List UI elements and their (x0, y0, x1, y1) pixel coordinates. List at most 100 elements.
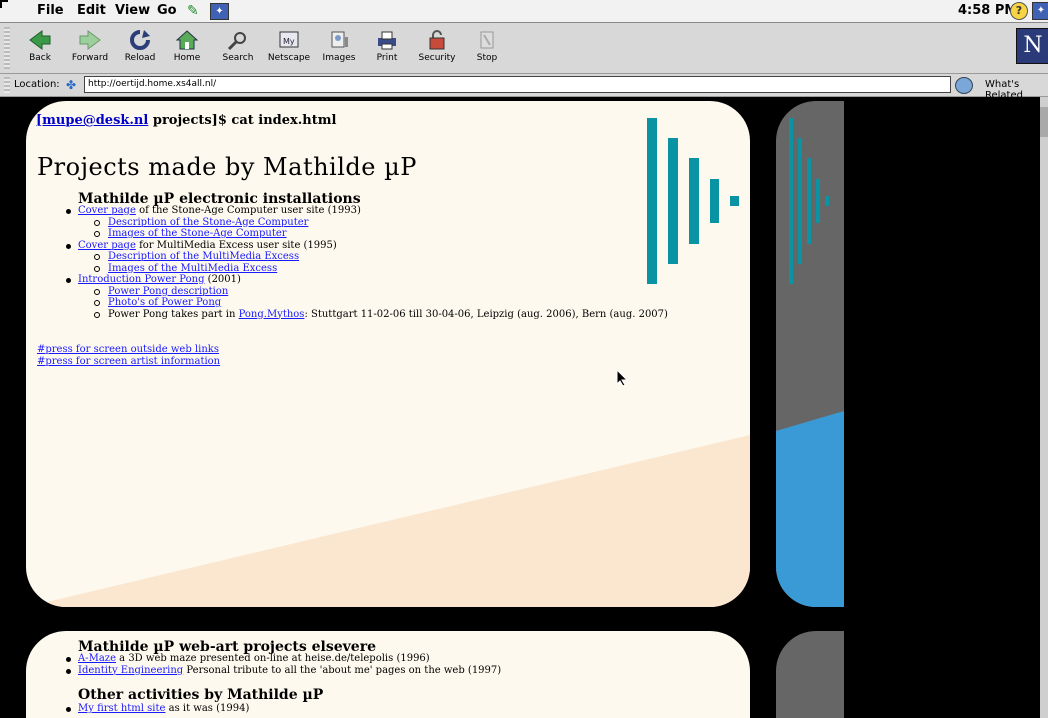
side-panel-decoration (776, 101, 844, 607)
print-icon (375, 29, 399, 51)
toolbar-collapse-grip[interactable] (4, 27, 10, 69)
location-bar-collapse-grip[interactable] (4, 77, 10, 93)
section-heading-other: Other activities by Mathilde µP (78, 687, 324, 703)
forward-arrow-icon (78, 29, 102, 51)
print-button-label: Print (376, 53, 398, 63)
forward-button-label: Forward (71, 53, 109, 63)
search-button-label: Search (222, 53, 254, 63)
location-bar: Location: ✤ http://oertijd.home.xs4all.n… (0, 74, 1048, 101)
list-text: Personal tribute to all the 'about me' p… (183, 664, 502, 676)
location-label: Location: (14, 79, 60, 90)
application-switcher-icon[interactable]: ✦ (1032, 2, 1048, 20)
page-title: Projects made by Mathilde µP (37, 153, 417, 181)
netscape-icon: My (277, 29, 301, 51)
menu-view[interactable]: View (115, 3, 150, 18)
list-item: Images of the Stone-Age Computer (66, 228, 668, 240)
navigation-toolbar: Back Forward Reload Home Search My Netsc… (0, 23, 1048, 74)
scrollbar-thumb[interactable] (1040, 107, 1048, 137)
page-proxy-icon[interactable]: ✤ (66, 78, 76, 92)
secondary-content-panel: Mathilde µP web-art projects elsevere A-… (26, 631, 750, 718)
press-outside-links[interactable]: #press for screen outside web links (37, 344, 220, 356)
list-item: Description of the MultiMedia Excess (66, 251, 668, 263)
main-content-panel: [mupe@desk.nl projects]$ cat index.html … (26, 101, 750, 607)
images-button-label: Images (322, 53, 356, 63)
whats-related-icon[interactable] (955, 77, 973, 94)
list-item: My first html site as it was (1994) (66, 703, 249, 715)
list-item: Introduction Power Pong (2001) (66, 274, 668, 286)
home-button-label: Home (173, 53, 201, 63)
side-panel-shapes (776, 118, 844, 607)
reload-icon (128, 29, 152, 51)
stop-icon (475, 29, 499, 51)
back-button-label: Back (29, 53, 51, 63)
page-content: [mupe@desk.nl projects]$ cat index.html … (0, 97, 1048, 718)
list-link[interactable]: Cover page (78, 240, 136, 251)
list-link[interactable]: Description of the MultiMedia Excess (108, 251, 299, 262)
screen-corner (0, 0, 8, 8)
press-artist-info[interactable]: #press for screen artist information (37, 356, 220, 368)
list-item: Images of the MultiMedia Excess (66, 263, 668, 275)
stop-button-label: Stop (476, 53, 498, 63)
list-item: Cover page for MultiMedia Excess user si… (66, 240, 668, 252)
list-text: a 3D web maze presented on-line at heise… (116, 653, 430, 664)
forward-button[interactable]: Forward (67, 27, 113, 71)
list-link[interactable]: Pong.Mythos (239, 309, 305, 320)
script-menu-icon[interactable]: ✎ (187, 3, 199, 19)
email-link[interactable]: [mupe@desk.nl (36, 113, 148, 128)
netscape-logo-icon[interactable]: N (1016, 28, 1048, 64)
application-menu-small-icon[interactable]: ✦ (210, 3, 229, 20)
search-icon (226, 29, 250, 51)
images-button[interactable]: Images (316, 27, 362, 71)
back-arrow-icon (28, 29, 52, 51)
home-icon (175, 29, 199, 51)
menu-file[interactable]: File (37, 3, 64, 18)
security-button[interactable]: Security (414, 27, 460, 71)
url-field[interactable]: http://oertijd.home.xs4all.nl/ (84, 76, 951, 93)
list-link[interactable]: Power Pong description (108, 286, 228, 297)
security-lock-icon (425, 29, 449, 51)
other-activities-list: My first html site as it was (1994) (66, 703, 249, 715)
menu-go[interactable]: Go (157, 3, 177, 18)
back-button[interactable]: Back (17, 27, 63, 71)
list-link[interactable]: Identity Engineering (78, 665, 183, 676)
netscape-button-label: Netscape (267, 53, 311, 63)
list-link[interactable]: Introduction Power Pong (78, 274, 204, 285)
search-button[interactable]: Search (215, 27, 261, 71)
press-links: #press for screen outside web links #pre… (37, 344, 220, 367)
prompt-command: projects]$ cat index.html (148, 113, 337, 128)
help-icon[interactable]: ? (1010, 2, 1028, 20)
list-link[interactable]: Photo's of Power Pong (108, 297, 221, 308)
reload-button[interactable]: Reload (117, 27, 163, 71)
list-link[interactable]: Images of the MultiMedia Excess (108, 263, 277, 274)
list-item: Power Pong description (66, 286, 668, 298)
list-item: Power Pong takes part in Pong.Mythos: St… (66, 309, 668, 321)
list-link[interactable]: Description of the Stone-Age Computer (108, 217, 308, 228)
images-icon (327, 29, 351, 51)
home-button[interactable]: Home (164, 27, 210, 71)
list-text: (2001) (204, 274, 241, 285)
list-link[interactable]: My first html site (78, 703, 165, 714)
list-item: Identity Engineering Personal tribute to… (66, 665, 501, 677)
print-button[interactable]: Print (364, 27, 410, 71)
menubar-clock[interactable]: 4:58 PM (958, 3, 1017, 18)
netscape-button[interactable]: My Netscape (266, 27, 312, 71)
list-link[interactable]: A-Maze (78, 653, 116, 664)
peach-wedge-shape (26, 435, 750, 607)
list-item: A-Maze a 3D web maze presented on-line a… (66, 653, 501, 665)
list-link[interactable]: Images of the Stone-Age Computer (108, 228, 287, 239)
teal-bar-5 (730, 196, 739, 206)
list-text: of the Stone-Age Computer user site (199… (135, 205, 361, 216)
list-item: Photo's of Power Pong (66, 297, 668, 309)
mouse-pointer-icon (616, 369, 629, 387)
list-link[interactable]: Cover page (78, 205, 136, 216)
list-item: Cover page of the Stone-Age Computer use… (66, 205, 668, 217)
menu-edit[interactable]: Edit (77, 3, 106, 18)
side-panel-decoration-lower (776, 631, 844, 718)
list-text: for MultiMedia Excess user site (1995) (135, 239, 337, 251)
shell-prompt: [mupe@desk.nl projects]$ cat index.html (36, 113, 336, 128)
security-button-label: Security (418, 53, 456, 63)
page-scrollbar[interactable] (1040, 97, 1048, 718)
mac-menubar: File Edit View Go ✎ ✦ 4:58 PM ? ✦ (0, 0, 1048, 23)
stop-button[interactable]: Stop (464, 27, 510, 71)
list-text: : Stuttgart 11-02-06 till 30-04-06, Leip… (304, 308, 668, 320)
